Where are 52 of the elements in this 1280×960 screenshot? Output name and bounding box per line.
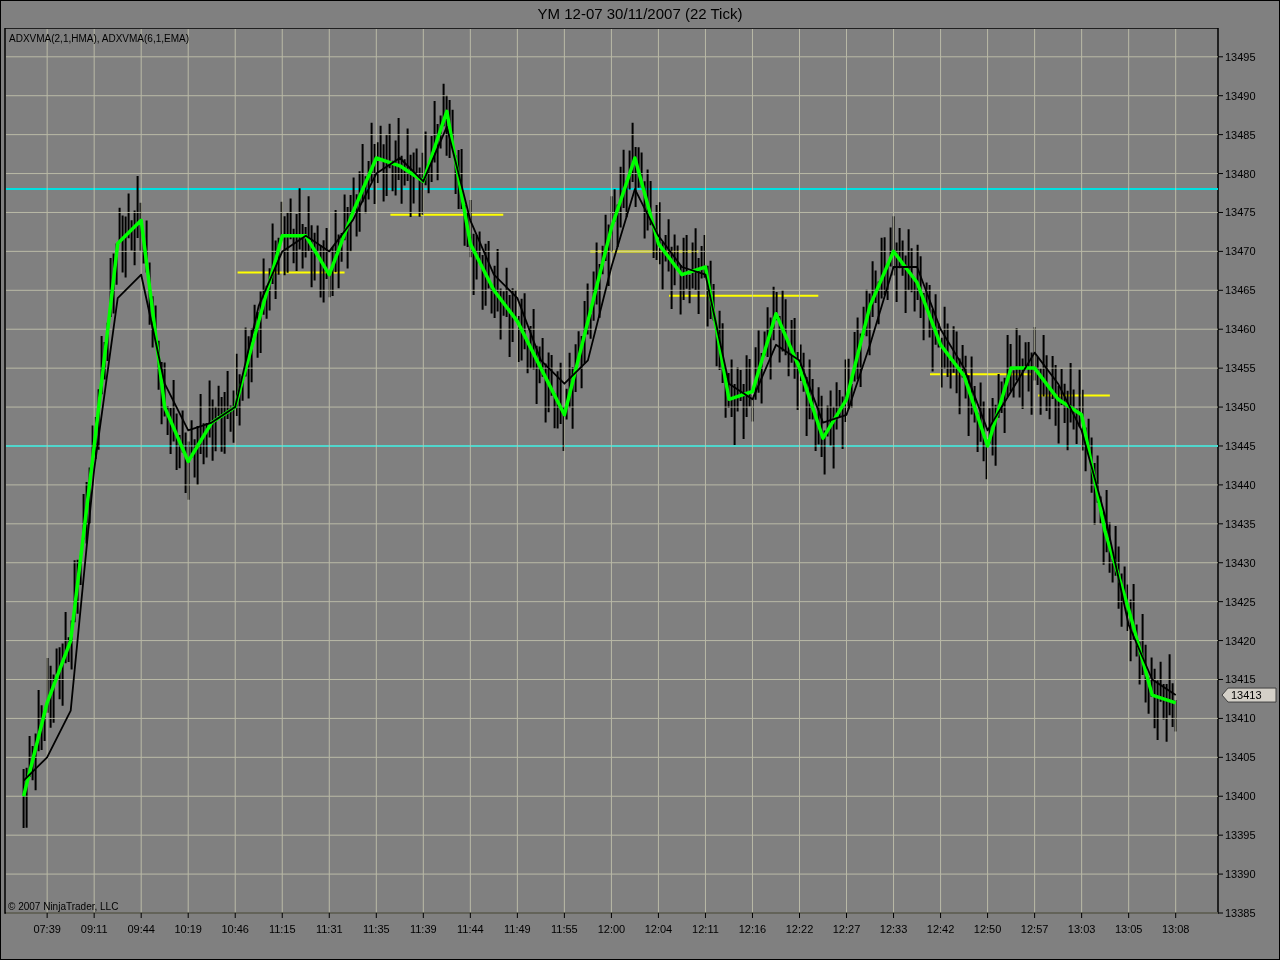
time-axis-label: 12:57 [1020,923,1049,935]
time-axis-label: 12:00 [597,923,626,935]
time-axis-label: 10:19 [174,923,202,935]
time-axis-label: 12:16 [738,923,767,935]
price-axis-label: 13420 [1225,634,1256,647]
time-axis-label: 12:50 [973,923,1002,935]
price-axis-label: 13425 [1225,595,1256,608]
time-axis-label: 12:33 [879,923,908,935]
time-axis-label: 11:15 [268,923,296,935]
last-price-label: 13413 [1231,689,1262,702]
time-axis-label: 12:42 [926,923,955,935]
price-axis-label: 13390 [1225,868,1256,881]
time-axis-label: 11:31 [315,923,343,935]
time-axis-label: 10:46 [221,923,249,935]
price-axis-label: 13475 [1225,206,1256,219]
price-axis-label: 13395 [1225,829,1256,842]
price-axis-label: 13450 [1225,401,1256,414]
time-axis-label: 11:44 [457,923,484,935]
time-axis-label: 12:22 [785,923,814,935]
time-axis-label: 12:27 [832,923,861,935]
time-axis-label: 13:05 [1114,923,1143,935]
time-axis-label: 09:11 [80,923,108,935]
copyright-text: © 2007 NinjaTrader, LLC [8,901,119,912]
price-axis-label: 13445 [1225,440,1256,452]
price-axis-label: 13495 [1225,50,1256,63]
price-axis-label: 13400 [1225,790,1256,803]
price-axis-label: 13410 [1225,712,1256,725]
time-axis-label: 07:39 [33,923,61,935]
time-axis-label: 12:11 [692,923,719,935]
price-axis-label: 13485 [1225,128,1256,141]
price-axis-label: 13460 [1225,323,1256,336]
time-axis-label: 11:55 [551,923,578,935]
indicator-legend: ADXVMA(2,1,HMA), ADXVMA(6,1,EMA) [9,33,190,44]
price-axis-label: 13455 [1225,362,1256,375]
time-axis-label: 11:35 [362,923,390,935]
price-axis-label: 13385 [1225,907,1256,919]
price-axis-label: 13430 [1225,556,1256,569]
time-axis-label: 12:04 [644,923,673,935]
price-axis-label: 13470 [1225,245,1256,258]
window-title: YM 12-07 30/11/2007 (22 Tick) [536,4,744,24]
price-axis-label: 13415 [1225,673,1256,686]
price-axis-label: 13480 [1225,167,1256,180]
time-axis-label: 11:39 [409,923,437,935]
price-axis-label: 13440 [1225,478,1256,491]
price-axis-label: 13435 [1225,517,1256,530]
time-axis-label: 09:44 [127,923,155,935]
price-axis-label: 13490 [1225,89,1256,102]
time-axis-label: 13:03 [1067,923,1096,935]
price-axis-label: 13465 [1225,284,1256,297]
price-axis-label: 13405 [1225,751,1256,764]
time-axis-label: 11:49 [504,923,531,935]
time-axis-label: 13:08 [1161,923,1190,935]
